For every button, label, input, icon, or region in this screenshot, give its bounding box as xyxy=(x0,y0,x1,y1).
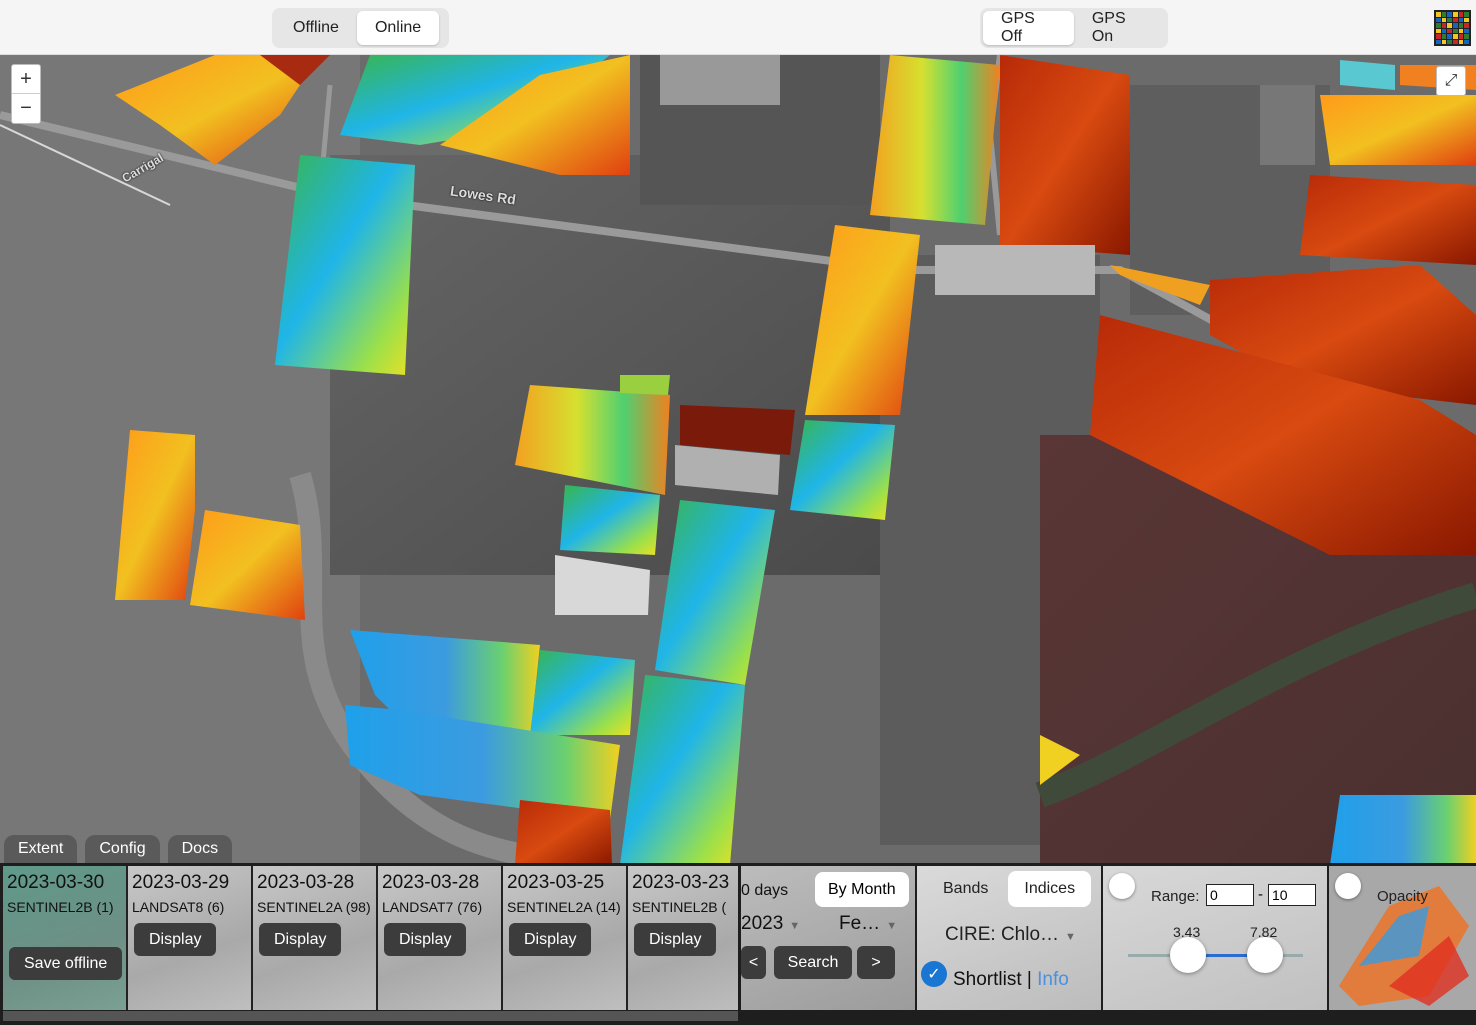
year-select[interactable]: 2023 ▼ xyxy=(741,913,800,935)
gps-off-option[interactable]: GPS Off xyxy=(983,10,1074,45)
tab-extent[interactable]: Extent xyxy=(4,835,78,863)
month-value: Fe… xyxy=(839,913,881,934)
range-dash: - xyxy=(1258,886,1263,903)
online-option[interactable]: Online xyxy=(356,11,440,45)
connection-mode-toggle: Offline Online xyxy=(272,8,449,48)
month-select[interactable]: Fe… ▼ xyxy=(839,913,897,935)
scene-scrollbar[interactable] xyxy=(3,1011,738,1021)
search-button[interactable]: Search xyxy=(774,946,852,979)
range-max-input[interactable] xyxy=(1268,884,1316,906)
scene-satellite: SENTINEL2A (14) xyxy=(507,899,621,915)
scene-date: 2023-03-23 xyxy=(632,872,730,893)
range-panel: Range: - 3.43 7.82 xyxy=(1103,866,1327,1010)
range-label: Range: xyxy=(1151,888,1200,905)
scene-satellite: SENTINEL2A (98) xyxy=(257,899,371,915)
grid-logo-icon[interactable] xyxy=(1434,10,1471,46)
fullscreen-icon[interactable]: ⤢ xyxy=(1436,66,1466,96)
display-button[interactable]: Display xyxy=(509,923,592,956)
index-panel: Bands Indices CIRE: Chlo… ▼ ✓ Shortlist |… xyxy=(917,866,1101,1010)
zoom-control: + − xyxy=(11,64,41,124)
tab-docs[interactable]: Docs xyxy=(167,835,233,863)
opacity-panel: Opacity xyxy=(1329,866,1476,1010)
tab-config[interactable]: Config xyxy=(85,835,160,863)
separator: | xyxy=(1026,969,1032,990)
scene-list: 2023-03-30 SENTINEL2B (1) Save offline 2… xyxy=(3,866,738,1010)
chevron-down-icon: ▼ xyxy=(1065,931,1076,943)
tab-indices[interactable]: Indices xyxy=(1008,871,1092,907)
next-button[interactable]: > xyxy=(857,946,895,979)
scene-date: 2023-03-28 xyxy=(382,872,480,893)
days-label: 0 days xyxy=(741,882,789,899)
bottom-panel: 2023-03-30 SENTINEL2B (1) Save offline 2… xyxy=(0,863,1476,1025)
range-min-input[interactable] xyxy=(1206,884,1254,906)
shortlist-row: Shortlist | Info xyxy=(953,969,1069,991)
date-filter: 0 days By Month 2023 ▼ Fe… ▼ < Search > xyxy=(741,866,915,1010)
save-offline-button[interactable]: Save offline xyxy=(9,947,123,980)
index-select[interactable]: CIRE: Chlo… ▼ xyxy=(945,924,1076,946)
chevron-down-icon: ▼ xyxy=(886,920,898,932)
scene-date: 2023-03-30 xyxy=(7,872,105,893)
map-tab-bar: Extent Config Docs xyxy=(4,835,233,863)
display-button[interactable]: Display xyxy=(384,923,467,956)
scene-satellite: LANDSAT7 (76) xyxy=(382,899,483,915)
gps-on-option[interactable]: GPS On xyxy=(1074,10,1165,45)
zoom-in-button[interactable]: + xyxy=(12,65,40,94)
top-bar: Offline Online GPS Off GPS On xyxy=(0,0,1476,55)
display-button[interactable]: Display xyxy=(259,923,342,956)
range-toggle[interactable] xyxy=(1109,873,1135,899)
by-month-button[interactable]: By Month xyxy=(815,872,909,907)
satellite-imagery xyxy=(0,55,1476,865)
gps-toggle: GPS Off GPS On xyxy=(980,8,1168,48)
scene-card[interactable]: 2023-03-29 LANDSAT8 (6) Display xyxy=(128,866,253,1010)
index-value: CIRE: Chlo… xyxy=(945,924,1060,945)
year-value: 2023 xyxy=(741,913,784,934)
scene-satellite: SENTINEL2B ( xyxy=(632,899,727,915)
chevron-down-icon: ▼ xyxy=(789,920,801,932)
info-link[interactable]: Info xyxy=(1037,969,1069,990)
scene-date: 2023-03-28 xyxy=(257,872,355,893)
scene-card[interactable]: 2023-03-30 SENTINEL2B (1) Save offline xyxy=(3,866,128,1010)
scene-date: 2023-03-29 xyxy=(132,872,230,893)
scene-satellite: SENTINEL2B (1) xyxy=(7,899,114,915)
shortlist-label: Shortlist xyxy=(953,969,1022,990)
checkmark-icon[interactable]: ✓ xyxy=(921,961,947,987)
scene-satellite: LANDSAT8 (6) xyxy=(132,899,225,915)
bands-indices-toggle: Bands Indices xyxy=(927,871,1092,909)
opacity-label: Opacity xyxy=(1377,888,1428,905)
zoom-out-button[interactable]: − xyxy=(12,94,40,123)
scene-card[interactable]: 2023-03-25 SENTINEL2A (14) Display xyxy=(503,866,628,1010)
scene-card[interactable]: 2023-03-23 SENTINEL2B ( Display xyxy=(628,866,738,1010)
range-high-handle[interactable] xyxy=(1247,937,1283,973)
tab-bands[interactable]: Bands xyxy=(927,871,1004,907)
range-low-handle[interactable] xyxy=(1170,937,1206,973)
prev-button[interactable]: < xyxy=(741,946,766,979)
display-button[interactable]: Display xyxy=(634,923,717,956)
scene-date: 2023-03-25 xyxy=(507,872,605,893)
map-view[interactable]: Lowes Rd Carrigal xyxy=(0,55,1476,865)
opacity-toggle[interactable] xyxy=(1335,873,1361,899)
offline-option[interactable]: Offline xyxy=(275,11,357,45)
scene-card[interactable]: 2023-03-28 SENTINEL2A (98) Display xyxy=(253,866,378,1010)
display-button[interactable]: Display xyxy=(134,923,217,956)
scene-card[interactable]: 2023-03-28 LANDSAT7 (76) Display xyxy=(378,866,503,1010)
